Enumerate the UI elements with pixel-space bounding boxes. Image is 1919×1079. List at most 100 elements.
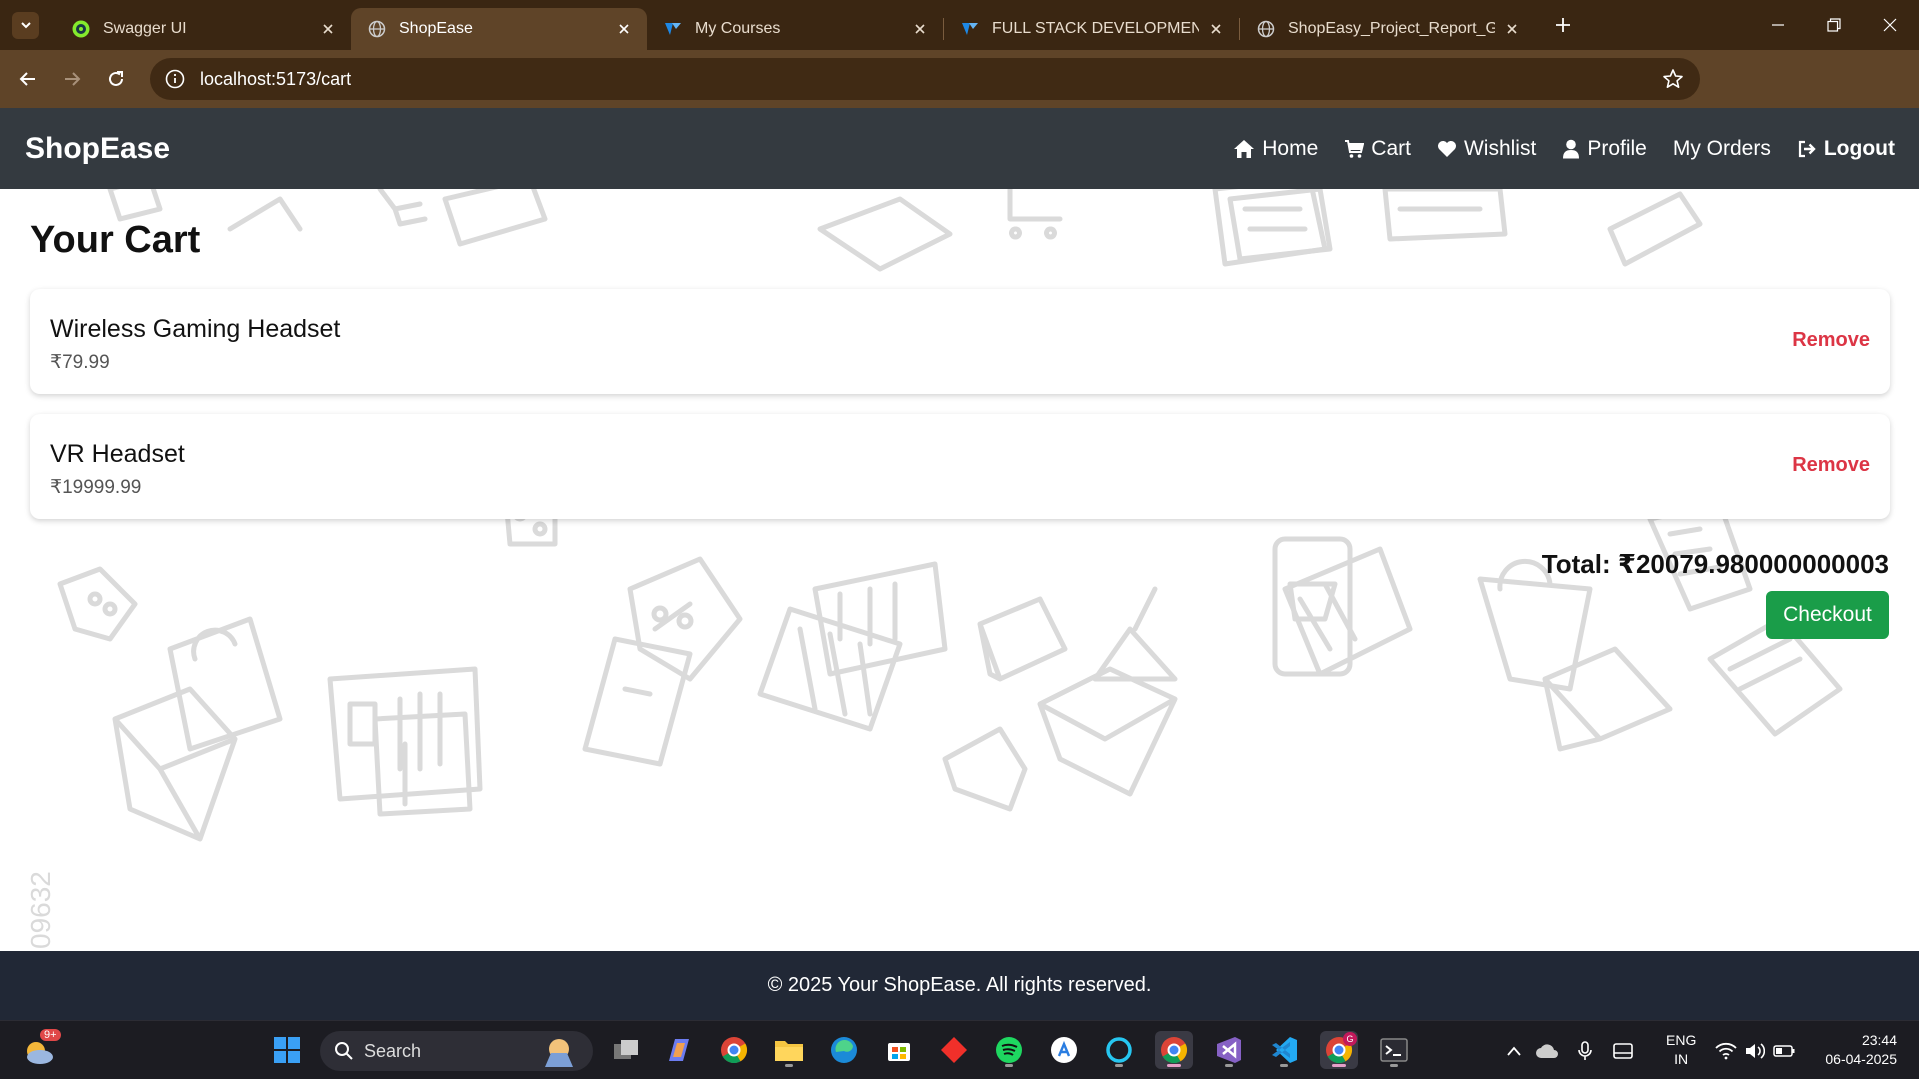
cart-item: Wireless Gaming Headset ₹79.99 Remove <box>30 289 1890 394</box>
app-store-icon-app[interactable] <box>1045 1031 1083 1069</box>
taskbar-search[interactable]: Search <box>320 1031 593 1071</box>
search-highlight-icon <box>545 1039 573 1067</box>
onedrive-tray[interactable] <box>1528 1032 1566 1070</box>
tab-title: Swagger UI <box>103 20 187 37</box>
nav-wishlist[interactable]: Wishlist <box>1437 137 1536 161</box>
tab-search-button[interactable] <box>12 11 39 39</box>
windows-taskbar: 9+ Search G ENG IN 23:44 06-04-2025 <box>0 1020 1919 1079</box>
close-icon[interactable] <box>911 20 929 38</box>
cart-item-price: ₹19999.99 <box>50 477 142 498</box>
vscode-app[interactable] <box>1265 1031 1303 1069</box>
visual-studio-app[interactable] <box>1210 1031 1248 1069</box>
running-indicator <box>1225 1064 1233 1067</box>
display-tray[interactable] <box>1604 1032 1642 1070</box>
box-icon <box>942 726 1028 812</box>
new-tab-button[interactable] <box>1549 11 1577 39</box>
restore-button[interactable] <box>1806 0 1862 50</box>
start-button[interactable] <box>268 1031 306 1069</box>
volume-icon <box>1746 1042 1765 1059</box>
app-red-diamond[interactable] <box>935 1031 973 1069</box>
tab-full-stack-development[interactable]: FULL STACK DEVELOPMENT - C <box>944 8 1239 50</box>
quick-settings[interactable] <box>1715 1021 1795 1079</box>
terminal-icon <box>1380 1038 1408 1062</box>
system-clock[interactable]: 23:44 06-04-2025 <box>1825 1031 1897 1069</box>
chrome-app[interactable] <box>715 1031 753 1069</box>
nav-profile[interactable]: Profile <box>1562 137 1647 161</box>
box-icon <box>977 596 1068 682</box>
nav-home[interactable]: Home <box>1233 137 1318 161</box>
credit-card-icon <box>1607 191 1703 267</box>
task-view-button[interactable] <box>607 1031 645 1069</box>
close-icon[interactable] <box>1207 20 1225 38</box>
brand-logo[interactable]: ShopEase <box>25 132 170 166</box>
language-code: ENG <box>1666 1032 1697 1048</box>
tab-title: My Courses <box>695 20 781 37</box>
tab-my-courses[interactable]: My Courses <box>647 8 943 50</box>
nav-cart[interactable]: Cart <box>1344 137 1411 161</box>
receipt-icon <box>227 196 303 232</box>
home-icon <box>1234 139 1255 158</box>
box-icon <box>817 196 953 272</box>
chrome-profile-app[interactable]: G <box>1320 1031 1358 1069</box>
url-text: localhost:5173/cart <box>200 68 352 89</box>
chrome-icon <box>1161 1037 1188 1064</box>
language-indicator[interactable]: ENG IN <box>1666 1031 1696 1069</box>
weather-widget[interactable]: 9+ <box>20 1029 61 1069</box>
tab-title: FULL STACK DEVELOPMENT - C <box>992 20 1199 37</box>
minimize-button[interactable] <box>1750 0 1806 50</box>
alexa-app[interactable] <box>1100 1031 1138 1069</box>
remove-button[interactable]: Remove <box>1792 329 1870 352</box>
credit-card-icon <box>107 189 163 222</box>
tab-project-report[interactable]: ShopEasy_Project_Report_GRAC <box>1240 8 1535 50</box>
show-hidden-icons-button[interactable] <box>1500 1032 1528 1070</box>
close-icon[interactable] <box>1503 20 1521 38</box>
cart-icon <box>1345 139 1365 158</box>
copilot-icon <box>669 1039 689 1061</box>
nav-my-orders[interactable]: My Orders <box>1673 137 1771 161</box>
task-view-icon <box>614 1040 638 1059</box>
nav-logout[interactable]: Logout <box>1797 137 1895 161</box>
app-store-icon <box>1051 1037 1077 1063</box>
tab-swagger-ui[interactable]: Swagger UI <box>55 8 351 50</box>
chrome-app-active[interactable] <box>1155 1031 1193 1069</box>
tab-shopease[interactable]: ShopEase <box>351 8 647 50</box>
forward-button[interactable] <box>54 61 90 97</box>
checkout-button[interactable]: Checkout <box>1766 591 1889 639</box>
running-indicator <box>1005 1064 1013 1067</box>
globe-icon <box>367 19 387 39</box>
browser-toolbar: localhost:5173/cart G <box>0 50 1919 141</box>
tab-title: ShopEasy_Project_Report_GRAC <box>1288 20 1495 37</box>
close-icon[interactable] <box>615 20 633 38</box>
wifi-icon <box>1715 1042 1737 1059</box>
cart-item: VR Headset ₹19999.99 Remove <box>30 414 1890 519</box>
close-icon[interactable] <box>319 20 337 38</box>
chrome-icon <box>721 1037 748 1064</box>
close-icon <box>1883 18 1897 32</box>
terminal-app[interactable] <box>1375 1031 1413 1069</box>
nav-orders-label: My Orders <box>1672 136 1771 160</box>
back-button[interactable] <box>10 61 46 97</box>
running-indicator <box>1167 1064 1181 1067</box>
close-window-button[interactable] <box>1862 0 1918 50</box>
store-app[interactable] <box>880 1031 918 1069</box>
site-info-icon[interactable] <box>164 68 186 90</box>
microphone-tray[interactable] <box>1566 1032 1604 1070</box>
cart-icon <box>377 189 428 227</box>
discount-tag-icon <box>57 566 138 642</box>
remove-button[interactable]: Remove <box>1792 454 1870 477</box>
copilot-app[interactable] <box>660 1031 698 1069</box>
pattern-watermark-text: 09632 <box>25 871 56 949</box>
nav-home-label: Home <box>1262 136 1319 160</box>
edge-app[interactable] <box>825 1031 863 1069</box>
file-explorer-app[interactable] <box>770 1031 808 1069</box>
nav-profile-label: Profile <box>1587 136 1647 160</box>
credit-card-icon <box>1382 189 1508 242</box>
alexa-icon <box>1106 1037 1132 1063</box>
region-code: IN <box>1674 1051 1689 1067</box>
bookmark-star-icon[interactable] <box>1662 68 1684 90</box>
running-indicator <box>1390 1064 1398 1067</box>
address-bar[interactable]: localhost:5173/cart <box>150 58 1700 100</box>
reload-button[interactable] <box>98 61 134 97</box>
chevron-up-icon <box>1507 1046 1521 1056</box>
spotify-app[interactable] <box>990 1031 1028 1069</box>
